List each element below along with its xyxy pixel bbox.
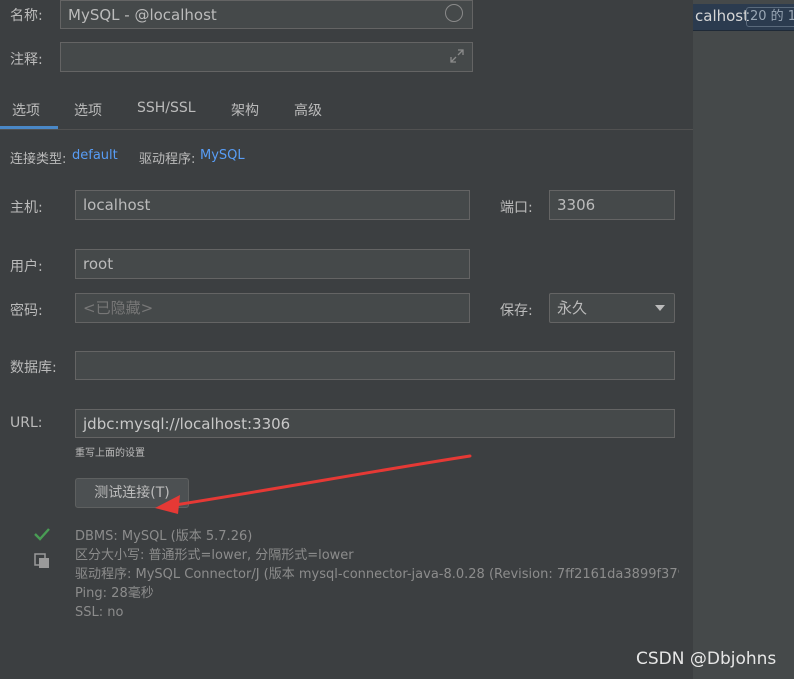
save-select-value: 永久: [557, 299, 588, 317]
tab-ssh-ssl[interactable]: SSH/SSL: [137, 100, 196, 116]
tab-general[interactable]: 选项: [12, 100, 40, 120]
result-ping: Ping: 28毫秒: [75, 586, 154, 601]
editor-tab-badge: 20 的 1: [746, 7, 794, 27]
tab-options[interactable]: 选项: [74, 100, 102, 120]
chevron-down-icon[interactable]: [654, 304, 666, 312]
name-label: 名称:: [10, 8, 43, 24]
url-label: URL:: [10, 415, 43, 431]
password-label: 密码:: [10, 303, 43, 319]
driver-link[interactable]: MySQL: [200, 148, 245, 163]
tab-schemas[interactable]: 架构: [231, 100, 259, 120]
result-dbms: DBMS: MySQL (版本 5.7.26): [75, 529, 253, 544]
database-input[interactable]: [75, 351, 675, 380]
name-field[interactable]: MySQL - @localhost: [60, 0, 473, 29]
test-connection-button[interactable]: 测试连接(T): [75, 478, 189, 508]
comment-field[interactable]: [60, 42, 473, 72]
connection-type-link[interactable]: default: [72, 148, 118, 163]
name-value: MySQL - @localhost: [68, 6, 217, 24]
password-input[interactable]: <已隐藏>: [75, 293, 470, 323]
save-label: 保存:: [500, 303, 533, 319]
host-label: 主机:: [10, 200, 43, 216]
host-input[interactable]: localhost: [75, 190, 470, 220]
copy-icon[interactable]: [34, 553, 50, 569]
result-ssl: SSL: no: [75, 605, 124, 620]
url-input[interactable]: jdbc:mysql://localhost:3306: [75, 409, 675, 438]
result-driver: 驱动程序: MySQL Connector/J (版本 mysql-connec…: [75, 567, 679, 582]
connection-result: DBMS: MySQL (版本 5.7.26) 区分大小写: 普通形式=lowe…: [75, 527, 679, 622]
driver-label: 驱动程序:: [139, 152, 196, 167]
result-case-sensitivity: 区分大小写: 普通形式=lower, 分隔形式=lower: [75, 548, 354, 563]
url-override-hint: 重写上面的设置: [75, 448, 145, 459]
user-input[interactable]: root: [75, 249, 470, 279]
right-editor-panel: [693, 0, 794, 679]
tabs-divider: [0, 129, 693, 130]
expand-icon[interactable]: [449, 48, 465, 64]
connection-type-label: 连接类型:: [10, 152, 67, 167]
user-label: 用户:: [10, 259, 43, 275]
color-circle-icon[interactable]: [445, 4, 463, 22]
database-label: 数据库:: [10, 360, 57, 376]
check-icon: [34, 528, 50, 541]
comment-label: 注释:: [10, 52, 43, 68]
editor-tab-label[interactable]: calhost: [695, 7, 749, 25]
tab-advanced[interactable]: 高级: [294, 100, 322, 120]
watermark: CSDN @Dbjohns: [636, 649, 777, 669]
port-label: 端口:: [500, 200, 533, 216]
port-input[interactable]: 3306: [549, 190, 675, 220]
